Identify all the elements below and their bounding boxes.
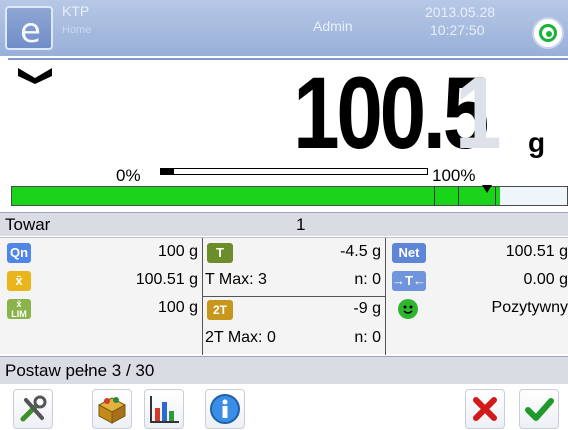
qn-icon: Qn xyxy=(7,243,31,263)
weight-display: 100.5 1 g 0% 100% xyxy=(8,56,568,185)
time-display: 10:27:50 xyxy=(430,22,485,38)
cancel-button[interactable] xyxy=(465,389,505,429)
product-value: 1 xyxy=(296,215,306,234)
info-column-3: Net 100.51 g →T← 0.00 g Pozytywny xyxy=(386,238,568,355)
statistics-button[interactable] xyxy=(144,389,184,429)
x-lim-icon: x̄ LIM xyxy=(7,299,31,319)
bargraph-divider xyxy=(458,187,459,205)
status-ring-icon xyxy=(539,24,557,42)
settings-button[interactable] xyxy=(13,389,53,429)
tare-icon: →T← xyxy=(392,271,426,291)
status-button[interactable] xyxy=(532,17,564,49)
logged-user: KTP xyxy=(62,3,90,19)
user-role: Admin xyxy=(313,18,353,34)
range-min-label: 0% xyxy=(116,166,141,185)
load-bar-fill xyxy=(161,169,175,174)
checkweighing-bargraph xyxy=(11,185,568,206)
tare-value: -4.5 g xyxy=(340,243,381,260)
check-result: Pozytywny xyxy=(491,299,568,316)
weight-unit: g xyxy=(528,127,546,158)
range-max-label: 100% xyxy=(432,166,476,185)
x-mean-icon: x̄ xyxy=(7,271,31,291)
bargraph-fill xyxy=(12,187,501,205)
qn-value: 100 g xyxy=(157,243,198,260)
info-column-1: Qn 100 g x̄ 100.51 g x̄ LIM 100 g xyxy=(0,238,203,355)
cancel-icon xyxy=(473,397,497,421)
settings-icon xyxy=(20,395,47,422)
info-button[interactable] xyxy=(205,389,245,429)
product-label: Towar xyxy=(5,215,51,234)
bargraph-divider xyxy=(434,187,435,205)
statistics-icon xyxy=(150,396,179,423)
bottom-toolbar xyxy=(0,384,568,430)
tare2-container-icon: 2T xyxy=(207,300,233,320)
user-subtitle: Home xyxy=(62,24,92,36)
net-icon: Net xyxy=(392,243,426,263)
info-icon xyxy=(210,394,240,424)
weight-value: 100.5 xyxy=(293,56,489,170)
ghost-digit: 1 xyxy=(455,56,502,170)
info-panel: Qn 100 g x̄ 100.51 g x̄ LIM 100 g T -4.5 … xyxy=(0,237,568,355)
tare-container-icon: T xyxy=(207,243,233,263)
target-marker-icon xyxy=(482,185,492,193)
product-box-icon xyxy=(97,397,127,424)
limit-value: 100 g xyxy=(157,299,198,316)
tare-max-label: T Max: 3 xyxy=(205,271,267,288)
logo-e-icon: e xyxy=(20,11,41,51)
status-message: Postaw pełne 3 / 30 xyxy=(0,356,568,384)
accept-button[interactable] xyxy=(519,389,559,429)
logo[interactable]: e xyxy=(5,6,53,51)
accept-icon xyxy=(525,398,554,421)
date-display: 2013.05.28 xyxy=(425,4,496,20)
stability-marker-icon xyxy=(18,68,52,84)
top-bar: e KTP Home Admin 2013.05.28 10:27:50 xyxy=(0,0,568,56)
tare-count: n: 0 xyxy=(354,271,381,288)
status-message-text: Postaw pełne 3 / 30 xyxy=(5,361,155,380)
net-value: 100.51 g xyxy=(505,243,568,260)
mean-value: 100.51 g xyxy=(135,271,198,288)
tare-total-value: 0.00 g xyxy=(523,271,568,288)
tare2-count: n: 0 xyxy=(354,329,381,346)
bargraph-divider xyxy=(495,187,496,205)
product-row[interactable]: Towar 1 xyxy=(0,212,568,236)
tare2-max-label: 2T Max: 0 xyxy=(205,329,276,346)
info-column-2: T -4.5 g T Max: 3 n: 0 2T -9 g 2T Max: 0… xyxy=(203,238,386,355)
tare2-value: -9 g xyxy=(353,300,381,317)
load-bar xyxy=(160,168,428,175)
smiley-icon xyxy=(398,299,418,319)
product-button[interactable] xyxy=(92,389,132,429)
